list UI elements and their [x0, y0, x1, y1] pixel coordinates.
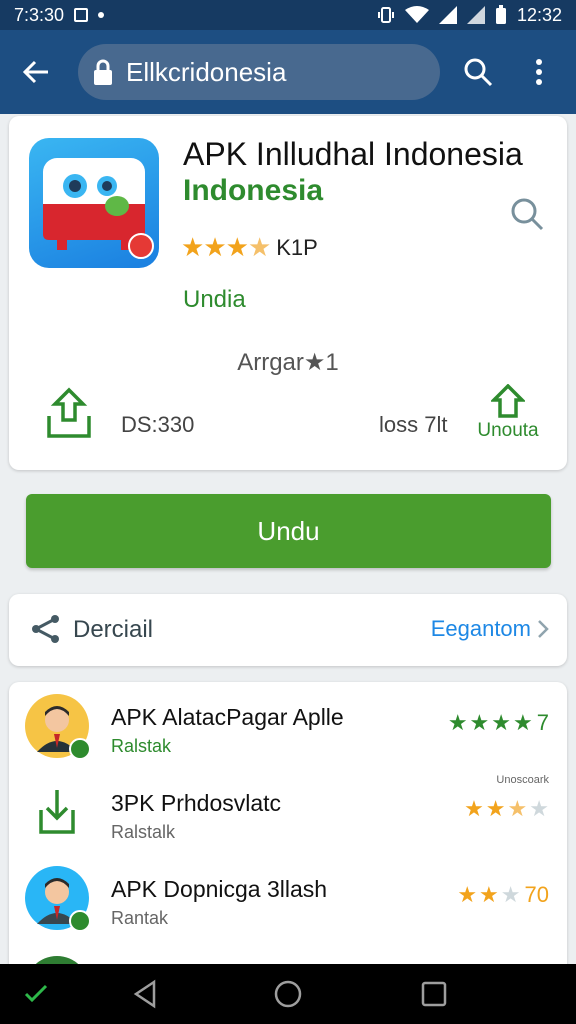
vibrate-icon: [377, 7, 394, 23]
detail-link-text: Eegantom: [430, 616, 531, 641]
upload-icon: [47, 387, 91, 438]
check-icon: [24, 984, 48, 1003]
arrow-left-icon: [22, 60, 48, 84]
star-icon: ★: [479, 882, 499, 907]
detail-card[interactable]: Derciail Eegantom: [9, 594, 567, 666]
search-button[interactable]: [458, 52, 498, 92]
list-item-rating: ★ ★ ★ 70: [457, 882, 549, 908]
nav-home-icon[interactable]: [272, 978, 304, 1010]
app-icon: [29, 138, 159, 268]
signal-2-icon: [466, 6, 485, 24]
star-empty-icon: ★: [500, 882, 521, 907]
list-item-subtitle: Ralstak: [111, 736, 172, 756]
status-time-left: 7:3:30: [14, 4, 65, 25]
app-subtitle: Indonesia: [183, 174, 324, 207]
list-item-score: 70: [524, 882, 549, 907]
lock-icon: [94, 59, 112, 85]
more-vert-icon: [536, 59, 542, 85]
download-count: loss 7lt: [379, 412, 448, 437]
notification-dot-icon: [98, 12, 105, 18]
search-icon: [511, 198, 544, 231]
list-item-rating: ★ ★ ★ ★: [464, 796, 549, 822]
wifi-icon: [404, 6, 429, 23]
star-icon: ★: [485, 796, 506, 821]
download-button[interactable]: Undu: [26, 494, 551, 568]
share-icon: [32, 615, 59, 643]
list-item-tag: Unoscoark: [496, 774, 549, 786]
signal-icon: [438, 6, 457, 24]
app-info-card: APK Inlludhal Indonesia Indonesia ★ ★ ★ …: [9, 116, 567, 470]
status-time-right: 12:32: [516, 4, 562, 25]
list-item-score: 7: [536, 710, 549, 735]
browser-toolbar: Ellkcridonesia: [0, 30, 576, 114]
star-icon: ★: [225, 232, 249, 262]
star-icon: ★: [513, 710, 533, 735]
list-item-title: 3PK Prhdosvlatc: [111, 790, 282, 816]
related-apps-card: APK AlatacPagar Aplle Ralstak ★ ★ ★ ★ 7 …: [9, 682, 567, 982]
list-item-title: APK Dopnicga 3llash: [111, 876, 328, 902]
star-icon: ★: [447, 710, 468, 735]
star-icon: ★: [469, 710, 490, 735]
file-size: DS:330: [121, 412, 195, 437]
arrange-label: Arrgar★1: [237, 349, 339, 376]
app-rating: ★ ★ ★ ★ K1P: [181, 232, 318, 263]
home-action-button[interactable]: Unouta: [471, 384, 545, 442]
detail-link[interactable]: Eegantom: [431, 616, 549, 642]
star-empty-icon: ★: [529, 796, 549, 821]
card-search-button[interactable]: [509, 196, 549, 236]
back-button[interactable]: [18, 54, 54, 90]
star-half-icon: ★: [247, 232, 271, 262]
list-item[interactable]: APK AlatacPagar Aplle Ralstak ★ ★ ★ ★ 7: [9, 682, 567, 766]
list-item-subtitle: Rantak: [111, 908, 169, 928]
list-item-subtitle: Ralstalk: [111, 822, 176, 842]
search-icon: [464, 58, 493, 87]
avatar: [25, 866, 91, 932]
nav-recents-icon[interactable]: [418, 978, 450, 1010]
list-item-rating: ★ ★ ★ ★ 7: [448, 710, 549, 736]
share-button[interactable]: [45, 386, 93, 440]
nav-back-icon[interactable]: [130, 978, 162, 1010]
verified-badge-icon: [69, 910, 91, 932]
rating-count: K1P: [276, 234, 318, 260]
home-action-label: Unouta: [477, 420, 539, 441]
star-half-icon: ★: [507, 796, 528, 821]
install-label[interactable]: Undia: [183, 286, 246, 314]
download-app-icon: [25, 780, 89, 844]
status-bar: 7:3:30 12:32: [0, 0, 576, 30]
rating-stars: ★ ★ ★ ★: [181, 232, 271, 263]
overflow-menu-button[interactable]: [524, 52, 554, 92]
list-item-title: APK AlatacPagar Aplle: [111, 704, 344, 730]
address-bar[interactable]: Ellkcridonesia: [78, 44, 440, 100]
star-icon: ★: [181, 232, 204, 262]
list-item[interactable]: APK Dopnicga 3llash Rantak ★ ★ ★ 70: [9, 854, 567, 938]
star-icon: ★: [491, 710, 512, 735]
chevron-right-icon: [538, 620, 549, 638]
star-icon: ★: [203, 232, 226, 262]
app-title: APK Inlludhal Indonesia: [183, 136, 523, 172]
home-upload-icon: [491, 384, 525, 418]
detail-label: Derciail: [73, 616, 154, 643]
avatar: [25, 694, 91, 760]
star-icon: ★: [457, 882, 478, 907]
battery-icon: [495, 5, 506, 24]
address-text[interactable]: Ellkcridonesia: [126, 57, 286, 88]
notification-icon: [74, 8, 89, 22]
navigation-bar: [0, 964, 576, 1024]
star-icon: ★: [464, 796, 484, 821]
list-item[interactable]: 3PK Prhdosvlatc Ralstalk Unoscoark ★ ★ ★…: [9, 768, 567, 852]
verified-badge-icon: [69, 738, 91, 760]
